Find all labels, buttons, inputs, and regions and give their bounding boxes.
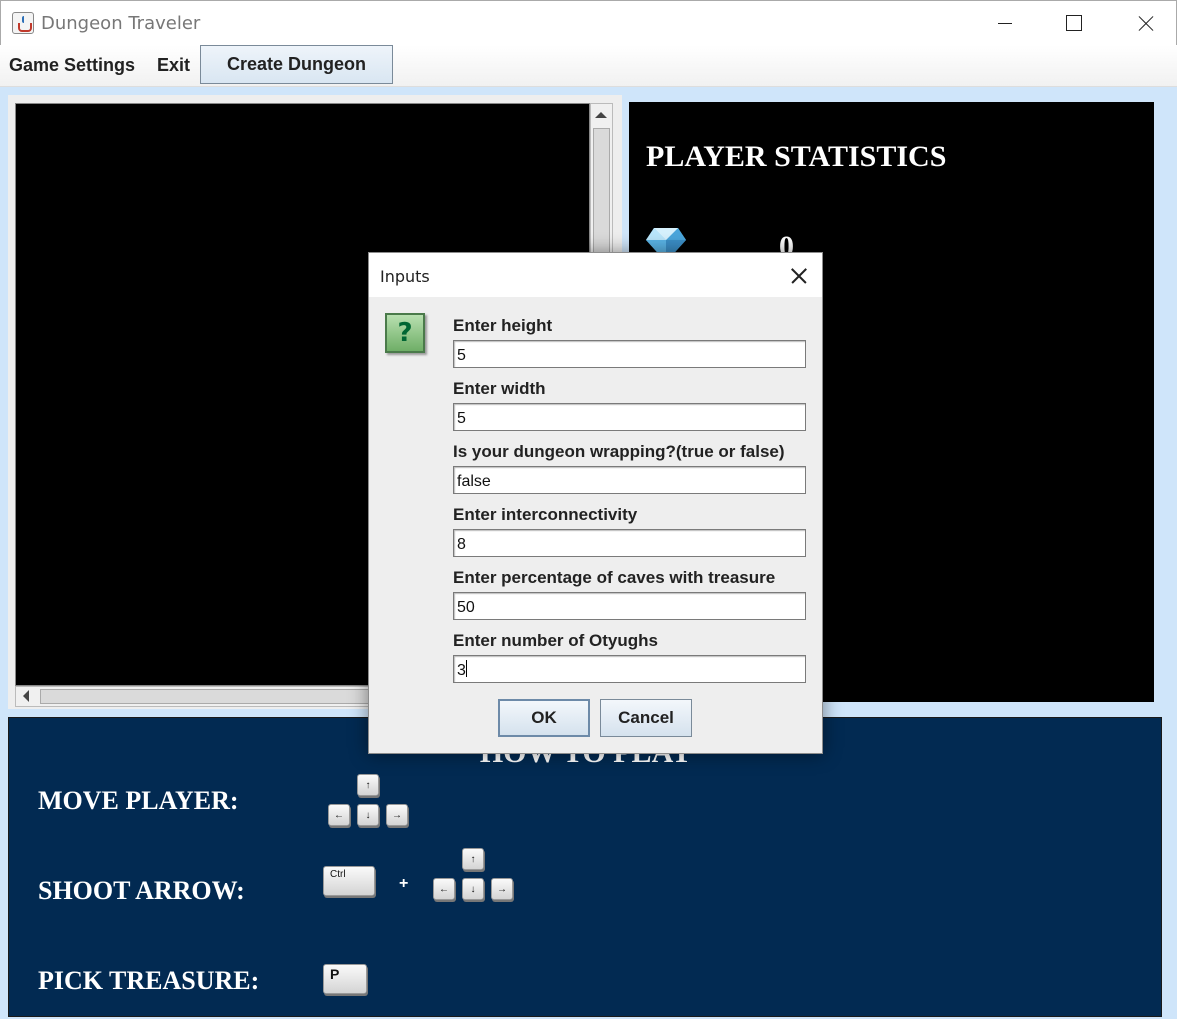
wrapping-label: Is your dungeon wrapping?(true or false) — [453, 442, 785, 461]
menu-exit[interactable]: Exit — [157, 55, 190, 76]
maximize-button[interactable] — [1044, 1, 1104, 46]
title-bar: Dungeon Traveler — [0, 0, 1177, 45]
horizontal-scroll-thumb[interactable] — [40, 689, 380, 704]
height-label: Enter height — [453, 316, 553, 335]
otyughs-input[interactable]: 3 — [453, 655, 806, 683]
left-arrow-key-icon: ← — [328, 804, 350, 826]
right-arrow-key-icon: → — [491, 878, 513, 900]
up-arrow-key-icon: ↑ — [462, 848, 484, 870]
treasure-percentage-label: Enter percentage of caves with treasure — [453, 568, 776, 587]
text-caret — [465, 660, 467, 677]
scroll-left-arrow-icon[interactable] — [16, 687, 38, 706]
ok-button[interactable]: OK — [498, 699, 590, 737]
menu-game-settings[interactable]: Game Settings — [9, 55, 135, 76]
menu-bar: Game Settings Exit Create Dungeon — [0, 45, 1177, 87]
dialog-title: Inputs — [380, 267, 430, 286]
pick-treasure-label: PICK TREASURE: — [38, 966, 260, 995]
vertical-scroll-thumb[interactable] — [593, 128, 610, 258]
close-window-button[interactable] — [1114, 1, 1174, 46]
height-input[interactable]: 5 — [453, 340, 806, 368]
p-key-icon: P — [323, 964, 367, 994]
window-title: Dungeon Traveler — [41, 13, 201, 34]
how-to-play-panel: HOW TO PLAY MOVE PLAYER: ↑ ← ↓ → SHOOT A… — [8, 717, 1162, 1017]
minimize-button[interactable] — [976, 1, 1036, 46]
left-arrow-key-icon: ← — [433, 878, 455, 900]
width-label: Enter width — [453, 379, 546, 398]
scroll-up-arrow-icon[interactable] — [591, 104, 612, 126]
java-app-icon — [12, 12, 34, 34]
plus-sign: + — [399, 875, 409, 892]
cancel-button[interactable]: Cancel — [600, 699, 692, 737]
down-arrow-key-icon: ↓ — [357, 804, 379, 826]
wrapping-input[interactable]: false — [453, 466, 806, 494]
dialog-title-bar: Inputs — [369, 253, 822, 297]
stats-title: PLAYER STATISTICS — [646, 140, 947, 173]
dialog-close-icon[interactable] — [784, 263, 814, 289]
otyughs-label: Enter number of Otyughs — [453, 631, 658, 650]
ctrl-key-icon: Ctrl — [323, 866, 375, 896]
inputs-dialog: Inputs ? Enter height 5 Enter width 5 Is… — [368, 252, 823, 754]
treasure-percentage-input[interactable]: 50 — [453, 592, 806, 620]
move-player-label: MOVE PLAYER: — [38, 786, 239, 815]
shoot-arrow-label: SHOOT ARROW: — [38, 876, 245, 905]
interconnectivity-input[interactable]: 8 — [453, 529, 806, 557]
otyughs-input-value: 3 — [457, 662, 466, 679]
question-mark-icon: ? — [385, 313, 425, 353]
width-input[interactable]: 5 — [453, 403, 806, 431]
right-arrow-key-icon: → — [386, 804, 408, 826]
interconnectivity-label: Enter interconnectivity — [453, 505, 638, 524]
create-dungeon-button[interactable]: Create Dungeon — [200, 45, 393, 84]
up-arrow-key-icon: ↑ — [357, 774, 379, 796]
down-arrow-key-icon: ↓ — [462, 878, 484, 900]
